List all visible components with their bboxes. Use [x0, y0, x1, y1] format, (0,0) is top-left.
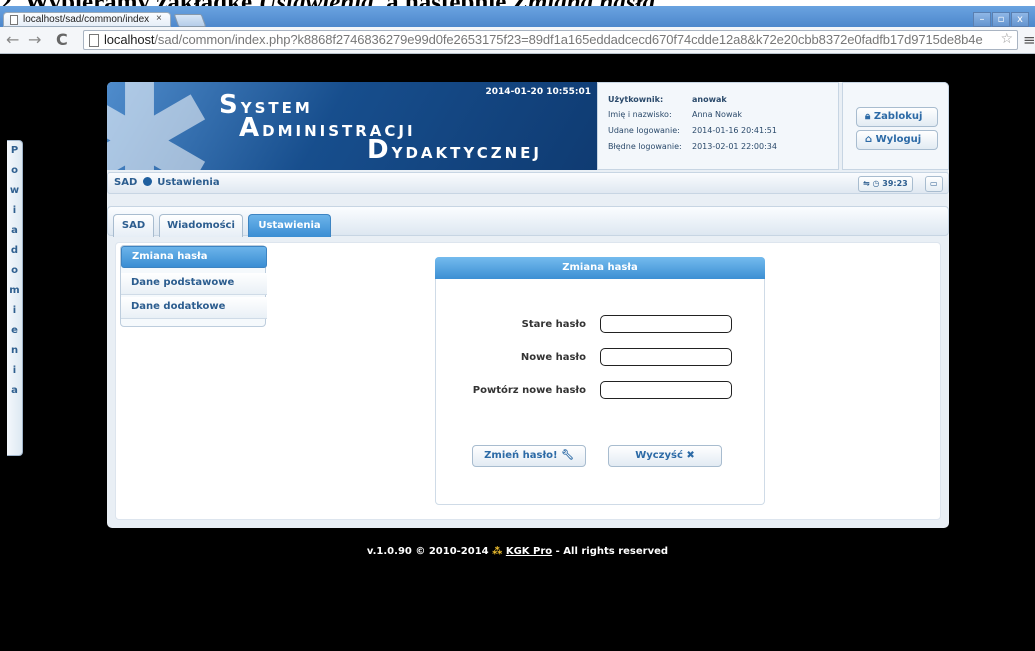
kgk-logo-icon: ⁂ [492, 546, 506, 557]
side-tab-letter: a [11, 225, 18, 236]
side-tab-letter: P [10, 145, 19, 156]
session-timer[interactable]: ⇋ ◷ 39:23 [858, 176, 913, 192]
last-login-row: Udane logowanie: 2014-01-16 20:41:51 [608, 126, 777, 135]
chat-icon: ▭ [930, 179, 938, 188]
old-password-label: Stare hasło [521, 319, 586, 330]
new-tab-button[interactable] [173, 14, 207, 27]
side-tab-letter: o [11, 165, 18, 176]
logout-button[interactable]: ⌂ Wyloguj [856, 130, 938, 150]
footer: v.1.0.90 © 2010-2014 ⁂ KGK Pro - All rig… [366, 546, 669, 557]
url-text: localhost/sad/common/index.php?k8868f274… [104, 32, 983, 47]
browser-tab[interactable]: localhost/sad/common/index × [3, 12, 171, 27]
side-tab-letter: d [10, 245, 19, 256]
side-tab-letter: w [9, 185, 20, 196]
app-window: ✱ SYSTEM ADMINISTRACJI DYDAKTYCZNEJ 2014… [107, 82, 949, 528]
breadcrumb-root[interactable]: SAD [114, 177, 137, 188]
address-bar[interactable]: localhost/sad/common/index.php?k8868f274… [83, 30, 1018, 50]
menu-item-dane-podstawowe[interactable]: Dane podstawowe [121, 273, 267, 295]
side-tab-letter: e [11, 325, 18, 336]
logo-star-icon: ✱ [107, 82, 217, 170]
side-tab-letter: i [12, 305, 17, 316]
repeat-password-label: Powtórz nowe hasło [472, 385, 586, 396]
tab-ustawienia[interactable]: Ustawienia [248, 214, 331, 237]
old-password-input[interactable] [600, 315, 732, 333]
side-tab-letter: i [12, 205, 17, 216]
kgk-pro-link[interactable]: KGK Pro [506, 546, 552, 557]
repeat-password-input[interactable] [600, 381, 732, 399]
close-window-button[interactable]: x [1011, 12, 1029, 27]
user-login-row: Użytkownik: anowak [608, 95, 727, 104]
tab-sad[interactable]: SAD [113, 214, 154, 237]
tab-close-icon[interactable]: × [156, 13, 162, 24]
breadcrumb: SAD Ustawienia ⇋ ◷ 39:23 ▭ [107, 172, 949, 194]
settings-menu: Zmiana hasła Dane podstawowe Dane dodatk… [120, 245, 267, 327]
new-password-input[interactable] [600, 348, 732, 366]
main-tabs: SAD Wiadomości Ustawienia [107, 206, 949, 237]
lock-icon: 🔒︎ [865, 111, 874, 122]
app-header: ✱ SYSTEM ADMINISTRACJI DYDAKTYCZNEJ 2014… [107, 82, 949, 170]
bookmark-star-icon[interactable]: ☆ [1000, 31, 1013, 47]
side-tab-letter: a [11, 385, 18, 396]
side-tab-letter: o [11, 265, 18, 276]
new-password-label: Nowe hasło [520, 352, 586, 363]
user-info: Użytkownik: anowak Imię i nazwisko: Anna N… [597, 82, 839, 170]
current-datetime: 2014-01-20 10:55:01 [485, 87, 591, 97]
menu-item-dane-dodatkowe[interactable]: Dane dodatkowe [121, 297, 267, 319]
forward-icon[interactable]: → [28, 30, 41, 49]
messages-side-tab[interactable]: Powiadomienia [7, 140, 23, 456]
browser-toolbar: ← → C localhost/sad/common/index.php?k88… [0, 27, 1035, 54]
home-icon: ⌂ [865, 134, 876, 145]
user-name-row: Imię i nazwisko: Anna Nowak [608, 110, 743, 119]
logo-line-3: DYDAKTYCZNEJ [367, 135, 542, 165]
browser-titlebar: localhost/sad/common/index × – ▫ x [0, 6, 1035, 27]
side-tab-letter: i [12, 365, 17, 376]
breadcrumb-separator-icon [143, 177, 153, 186]
minimize-button[interactable]: – [973, 12, 991, 27]
menu-item-zmiana-hasla[interactable]: Zmiana hasła [121, 246, 267, 268]
tab-wiadomosci[interactable]: Wiadomości [159, 214, 243, 237]
session-buttons: 🔒︎ Zablokuj ⌂ Wyloguj [842, 82, 949, 170]
browser-tab-title: localhost/sad/common/index [23, 14, 150, 25]
page-icon [10, 15, 18, 25]
failed-login-row: Błędne logowanie: 2013-02-01 22:00:34 [608, 142, 777, 151]
change-password-button[interactable]: Zmień hasło! 🔧︎ [472, 445, 586, 467]
close-icon: ✖ [682, 450, 695, 461]
page-icon [89, 34, 99, 47]
system-logo: ✱ SYSTEM ADMINISTRACJI DYDAKTYCZNEJ 2014… [107, 82, 597, 170]
wrench-icon: 🔧︎ [557, 450, 574, 461]
settings-panel: Zmiana hasła Dane podstawowe Dane dodatk… [115, 242, 941, 520]
lock-button[interactable]: 🔒︎ Zablokuj [856, 107, 938, 127]
back-icon[interactable]: ← [6, 30, 19, 49]
menu-icon[interactable]: ≡ [1023, 31, 1035, 49]
clear-button[interactable]: Wyczyść ✖ [608, 445, 722, 467]
breadcrumb-current: Ustawienia [157, 177, 220, 188]
network-icon: ⇋ [863, 179, 873, 188]
password-form: Zmiana hasła Stare hasło Nowe hasło Powt… [435, 257, 765, 505]
side-tab-letter: m [9, 285, 20, 296]
side-tab-letter: n [10, 345, 19, 356]
password-form-title: Zmiana hasła [435, 257, 765, 279]
chat-button[interactable]: ▭ [925, 176, 943, 192]
maximize-button[interactable]: ▫ [992, 12, 1010, 27]
clock-icon: ◷ [872, 179, 883, 188]
reload-icon[interactable]: C [56, 30, 68, 49]
